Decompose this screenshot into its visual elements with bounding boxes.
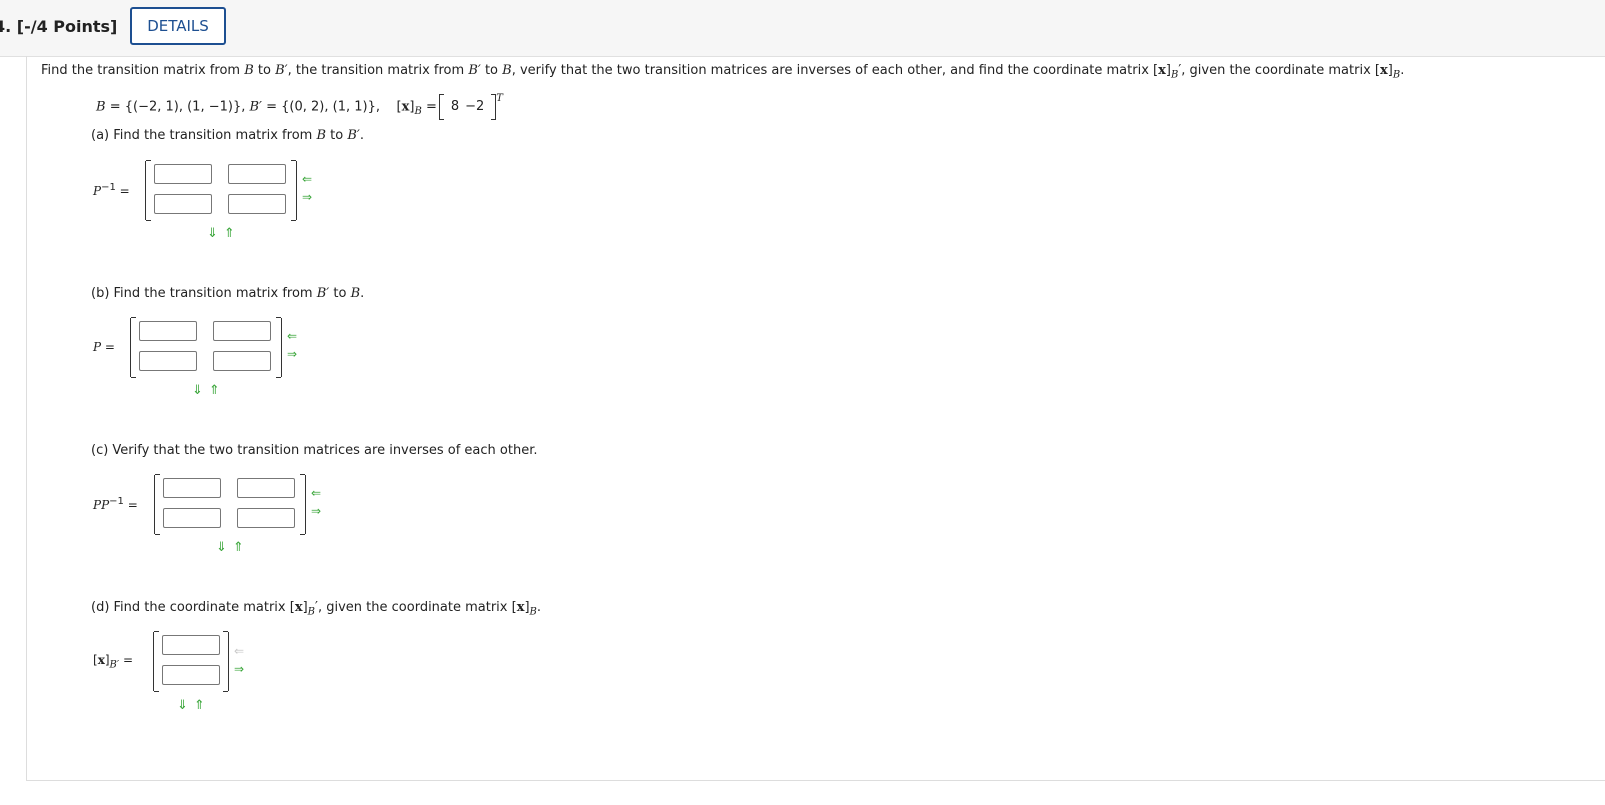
xBprime-cell-1[interactable] <box>162 635 220 655</box>
matrix-pp-inverse <box>154 474 306 535</box>
matrix-xBprime <box>153 631 229 692</box>
remove-column-icon[interactable]: ⇐ <box>302 173 312 185</box>
matrix-label-xBprime: [x]B′ = <box>93 653 134 671</box>
remove-column-icon[interactable]: ⇐ <box>234 645 244 657</box>
p-cell-1-2[interactable] <box>213 321 271 341</box>
remove-row-icon[interactable]: ⇑ <box>194 698 205 713</box>
remove-column-icon[interactable]: ⇐ <box>311 487 321 499</box>
details-button[interactable]: DETAILS <box>130 7 226 45</box>
row-controls: ⇓ ⇑ <box>207 227 241 240</box>
add-row-icon[interactable]: ⇓ <box>216 540 227 555</box>
coordinate-vector-xB: 8 −2 <box>438 94 497 120</box>
row-controls: ⇓ ⇑ <box>177 699 211 712</box>
p-inverse-cell-2-1[interactable] <box>154 194 212 214</box>
add-row-icon[interactable]: ⇓ <box>192 383 203 398</box>
p-cell-1-1[interactable] <box>139 321 197 341</box>
question-points: 4. [-/4 Points] <box>0 17 118 36</box>
add-column-icon[interactable]: ⇒ <box>311 505 321 517</box>
p-inverse-cell-1-1[interactable] <box>154 164 212 184</box>
remove-row-icon[interactable]: ⇑ <box>224 226 235 241</box>
p-cell-2-2[interactable] <box>213 351 271 371</box>
basis-definitions: B = {(−2, 1), (1, −1)}, B′ = {(0, 2), (1… <box>96 93 503 120</box>
add-row-icon[interactable]: ⇓ <box>207 226 218 241</box>
p-inverse-cell-1-2[interactable] <box>228 164 286 184</box>
remove-row-icon[interactable]: ⇑ <box>233 540 244 555</box>
problem-prompt: Find the transition matrix from B to B′,… <box>41 63 1405 81</box>
add-column-icon[interactable]: ⇒ <box>287 348 297 360</box>
add-row-icon[interactable]: ⇓ <box>177 698 188 713</box>
xBprime-cell-2[interactable] <box>162 665 220 685</box>
matrix-p-inverse <box>145 160 297 221</box>
matrix-p <box>130 317 282 378</box>
part-d-label: (d) Find the coordinate matrix [x]B′, gi… <box>91 600 542 618</box>
add-column-icon[interactable]: ⇒ <box>302 191 312 203</box>
pp-inverse-cell-1-2[interactable] <box>237 478 295 498</box>
remove-column-icon[interactable]: ⇐ <box>287 330 297 342</box>
p-inverse-cell-2-2[interactable] <box>228 194 286 214</box>
pp-inverse-cell-1-1[interactable] <box>163 478 221 498</box>
row-controls: ⇓ ⇑ <box>216 541 250 554</box>
matrix-label-pp-inverse: PP−1 = <box>93 496 138 512</box>
part-a-label: (a) Find the transition matrix from B to… <box>91 128 364 143</box>
part-b-label: (b) Find the transition matrix from B′ t… <box>91 286 365 301</box>
remove-row-icon[interactable]: ⇑ <box>209 383 220 398</box>
add-column-icon[interactable]: ⇒ <box>234 663 244 675</box>
row-controls: ⇓ ⇑ <box>192 384 226 397</box>
question-header: 4. [-/4 Points] DETAILS <box>0 0 1605 57</box>
matrix-label-p: P = <box>93 340 115 354</box>
pp-inverse-cell-2-2[interactable] <box>237 508 295 528</box>
pp-inverse-cell-2-1[interactable] <box>163 508 221 528</box>
p-cell-2-1[interactable] <box>139 351 197 371</box>
matrix-label-p-inverse: P−1 = <box>93 182 130 198</box>
part-c-label: (c) Verify that the two transition matri… <box>91 443 538 458</box>
